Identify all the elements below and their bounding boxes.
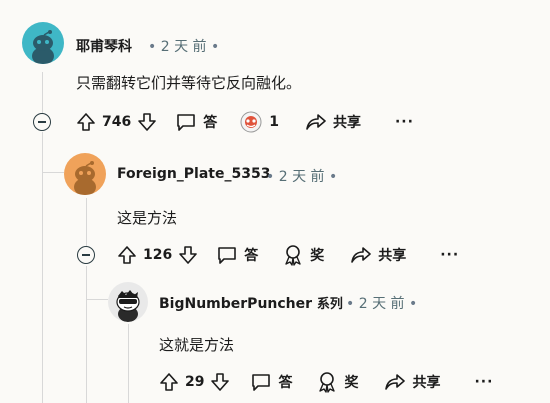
award-count: 1 bbox=[269, 114, 279, 130]
comment-bubble-icon bbox=[177, 114, 196, 131]
username[interactable]: BigNumberPuncher 系列 bbox=[159, 293, 343, 312]
downvote-icon bbox=[211, 373, 230, 391]
share-arrow-icon bbox=[351, 247, 372, 263]
comment-bubble-icon bbox=[252, 374, 271, 391]
downvote-button[interactable] bbox=[178, 241, 198, 269]
more-options-button[interactable]: ··· bbox=[474, 368, 493, 396]
award-button[interactable]: 奖 bbox=[282, 241, 324, 269]
separator-dot: • bbox=[266, 169, 275, 185]
comment-bubble-icon bbox=[218, 247, 237, 264]
user-flair: 系列 bbox=[316, 297, 343, 312]
snoo-avatar-icon bbox=[74, 161, 96, 195]
upvote-icon bbox=[77, 113, 95, 131]
award-icon bbox=[319, 372, 336, 393]
timestamp: • 2 天 前 • bbox=[148, 36, 219, 56]
comment-actions: 29 答 奖 共享 ··· bbox=[159, 368, 493, 396]
share-button[interactable]: 共享 bbox=[384, 368, 440, 396]
upvote-button[interactable] bbox=[159, 368, 179, 396]
upvote-button[interactable] bbox=[76, 108, 96, 136]
thread-branch-3 bbox=[86, 299, 108, 300]
more-options-button[interactable]: ··· bbox=[440, 241, 459, 269]
separator-dot: • bbox=[148, 39, 157, 55]
upvote-icon bbox=[118, 246, 136, 264]
downvote-icon bbox=[179, 246, 198, 264]
separator-dot: • bbox=[328, 169, 338, 185]
snoo-avatar-icon bbox=[116, 290, 140, 322]
award-label: 奖 bbox=[344, 375, 359, 391]
reply-button[interactable]: 答 bbox=[250, 368, 292, 396]
thread-line-2 bbox=[86, 198, 87, 246]
username[interactable]: 耶甫琴科 bbox=[76, 36, 132, 56]
username-label: BigNumberPuncher bbox=[159, 296, 313, 312]
share-label: 共享 bbox=[412, 375, 441, 391]
collapse-thread-button[interactable] bbox=[33, 113, 51, 131]
share-label: 共享 bbox=[332, 115, 361, 131]
username[interactable]: Foreign_Plate_5353 bbox=[117, 166, 270, 182]
time-label: 2 天 前 bbox=[358, 296, 405, 312]
vote-count: 29 bbox=[185, 374, 205, 390]
thread-line-2b bbox=[86, 266, 87, 403]
downvote-icon bbox=[138, 113, 157, 131]
share-button[interactable]: 共享 bbox=[305, 108, 361, 136]
timestamp: • 2 天 前 • bbox=[266, 166, 337, 186]
snoo-avatar-icon bbox=[32, 30, 54, 64]
downvote-button[interactable] bbox=[210, 368, 230, 396]
share-arrow-icon bbox=[306, 114, 326, 130]
share-label: 共享 bbox=[378, 248, 407, 264]
more-options-icon: ··· bbox=[440, 247, 460, 263]
reply-button[interactable]: 答 bbox=[216, 241, 258, 269]
share-arrow-icon bbox=[385, 374, 406, 390]
comment-actions: 746 答 1 共享 ··· bbox=[76, 108, 414, 136]
vote-count: 746 bbox=[102, 114, 132, 130]
comment-actions: 126 答 奖 共享 ··· bbox=[117, 241, 459, 269]
collapse-thread-button[interactable] bbox=[77, 246, 95, 264]
more-options-icon: ··· bbox=[394, 114, 414, 130]
comment-body: 这是方法 bbox=[117, 209, 178, 227]
avatar[interactable] bbox=[22, 22, 64, 64]
time-label: 2 天 前 bbox=[160, 39, 207, 55]
avatar[interactable] bbox=[64, 153, 106, 195]
more-options-icon: ··· bbox=[474, 374, 494, 390]
award-badge-icon bbox=[240, 111, 262, 133]
more-options-button[interactable]: ··· bbox=[395, 108, 414, 136]
avatar[interactable] bbox=[108, 282, 148, 322]
separator-dot: • bbox=[210, 39, 220, 55]
thread-branch-2 bbox=[42, 172, 64, 173]
reply-label: 答 bbox=[244, 248, 259, 264]
comment-body: 这就是方法 bbox=[159, 336, 235, 354]
upvote-button[interactable] bbox=[117, 241, 137, 269]
reply-button[interactable]: 答 bbox=[175, 108, 217, 136]
award-button[interactable]: 奖 bbox=[316, 368, 358, 396]
award-icon bbox=[285, 245, 301, 266]
downvote-button[interactable] bbox=[137, 108, 157, 136]
comment-body: 只需翻转它们并等待它反向融化。 bbox=[76, 74, 302, 92]
thread-line-3 bbox=[128, 324, 129, 403]
share-button[interactable]: 共享 bbox=[350, 241, 406, 269]
separator-dot: • bbox=[408, 296, 418, 312]
vote-count: 126 bbox=[143, 247, 173, 263]
award-label: 奖 bbox=[310, 248, 325, 264]
upvote-icon bbox=[160, 373, 178, 391]
separator-dot: • bbox=[346, 296, 355, 312]
reply-label: 答 bbox=[278, 375, 293, 391]
reply-label: 答 bbox=[203, 115, 218, 131]
award-button[interactable]: 1 bbox=[239, 108, 279, 136]
time-label: 2 天 前 bbox=[278, 169, 325, 185]
timestamp: • 2 天 前 • bbox=[346, 293, 417, 313]
